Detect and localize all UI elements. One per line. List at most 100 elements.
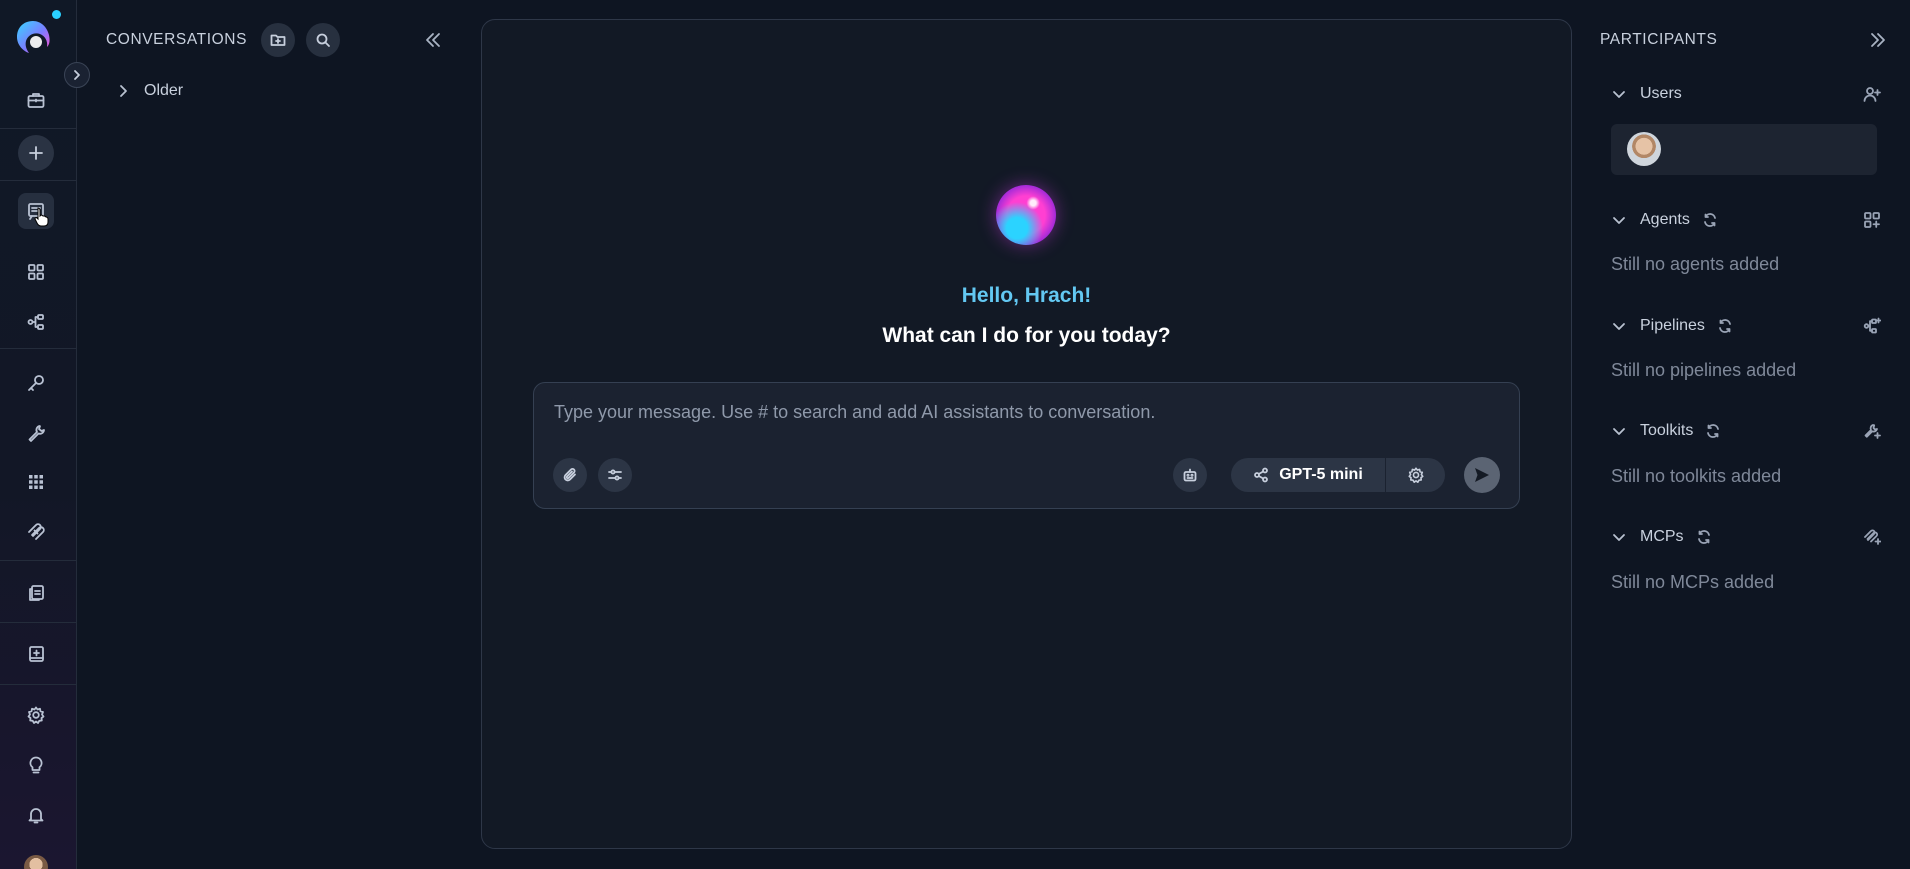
conversations-panel: CONVERSATIONS Older [78,0,458,869]
section-label: Pipelines [1640,317,1705,334]
chevron-right-icon [120,85,127,97]
plus-icon [29,146,43,160]
group-label: Older [144,82,184,99]
add-user-button[interactable] [1862,84,1882,104]
model-select[interactable]: GPT-5 mini [1231,458,1385,492]
tips-nav-button[interactable] [18,747,54,783]
double-chevron-right-icon [1871,33,1885,47]
gear-icon [27,706,45,724]
section-label: MCPs [1640,528,1684,545]
attach-button[interactable] [553,458,587,492]
paperclip-icon [563,468,576,482]
section-toolkits[interactable]: Toolkits [1612,419,1882,443]
message-composer: GPT-5 mini [533,382,1520,509]
empty-mcps-text: Still no MCPs added [1611,572,1775,592]
notifications-nav-button[interactable] [18,797,54,833]
robot-icon [1183,468,1197,482]
refresh-icon[interactable] [1705,423,1721,439]
add-pipeline-button[interactable] [1862,316,1882,336]
model-label: GPT-5 mini [1279,466,1363,483]
grid-plus-icon [1864,212,1880,228]
chevron-down-icon [1613,428,1625,435]
double-chevron-left-icon [426,33,440,47]
section-label: Users [1640,85,1682,102]
add-mcp-button[interactable] [1862,527,1882,547]
agents-nav-button[interactable] [18,254,54,290]
pipeline-plus-icon [1863,317,1881,334]
toolkits-nav-button[interactable] [18,415,54,451]
refresh-icon[interactable] [1696,529,1712,545]
avatar[interactable] [24,855,48,869]
key-icon [28,375,44,391]
avatar [1627,132,1661,166]
refresh-icon[interactable] [1702,212,1718,228]
wrench-icon [28,425,45,442]
send-button[interactable] [1464,457,1500,493]
refresh-icon[interactable] [1717,318,1733,334]
mouse-pointer-icon [34,207,49,227]
participants-panel: PARTICIPANTS Users Agents Still no agent… [1590,0,1910,869]
user-card[interactable] [1611,124,1877,175]
assistant-button[interactable] [1173,458,1207,492]
model-selector-group: GPT-5 mini [1231,458,1445,492]
chat-area: Hello, Hrach! What can I do for you toda… [481,19,1572,849]
conversation-group-older[interactable]: Older [116,80,183,102]
mcp-icon [28,523,45,540]
lightbulb-icon [29,756,43,774]
bell-icon [28,808,44,824]
expand-sidebar-button[interactable] [64,62,90,88]
artifacts-nav-button[interactable] [18,575,54,611]
divider [0,180,77,181]
documents-icon [29,585,44,601]
empty-agents-text: Still no agents added [1611,254,1780,274]
divider [0,684,77,685]
grid-icon [28,264,44,280]
credentials-nav-button[interactable] [18,365,54,401]
projects-button[interactable] [18,82,54,118]
pipeline-icon [27,314,44,330]
empty-toolkits-text: Still no toolkits added [1611,466,1782,486]
section-users[interactable]: Users [1612,82,1882,106]
app-logo[interactable] [14,18,52,56]
assistant-orb [996,185,1056,245]
new-conversation-button[interactable] [18,135,54,171]
settings-nav-button[interactable] [18,697,54,733]
wrench-plus-icon [1864,424,1881,439]
notebook-icon [29,646,44,662]
model-settings-button[interactable] [1386,458,1445,492]
chevron-down-icon [1613,217,1625,224]
subgreeting: What can I do for you today? [882,324,1171,347]
panel-title: PARTICIPANTS [1600,31,1718,48]
search-button[interactable] [306,23,340,57]
section-mcps[interactable]: MCPs [1612,525,1882,549]
divider [0,348,77,349]
new-folder-button[interactable] [261,23,295,57]
user-plus-icon [1863,87,1881,102]
divider [0,622,77,623]
empty-pipelines-text: Still no pipelines added [1611,360,1797,380]
briefcase-icon [27,93,45,108]
section-label: Toolkits [1640,422,1694,439]
section-agents[interactable]: Agents [1612,208,1882,232]
section-pipelines[interactable]: Pipelines [1612,314,1882,338]
chevron-down-icon [1613,91,1625,98]
mcp-plus-icon [1864,529,1881,545]
pipelines-nav-button[interactable] [18,304,54,340]
prompts-nav-button[interactable] [18,636,54,672]
apps-nav-button[interactable] [18,464,54,500]
chevron-down-icon [1613,534,1625,541]
chevron-right-icon [74,70,80,80]
apps-grid-icon [29,475,43,489]
add-toolkit-button[interactable] [1862,421,1882,441]
mcps-nav-button[interactable] [18,514,54,550]
collapse-participants-button[interactable] [1866,28,1890,52]
share-nodes-icon [1254,467,1269,483]
collapse-panel-button[interactable] [421,28,445,52]
add-agent-button[interactable] [1862,210,1882,230]
send-icon [1475,468,1489,482]
gear-icon [1407,467,1424,484]
search-icon [316,33,330,47]
divider [0,560,77,561]
chat-settings-button[interactable] [598,458,632,492]
message-input[interactable] [554,397,1494,427]
